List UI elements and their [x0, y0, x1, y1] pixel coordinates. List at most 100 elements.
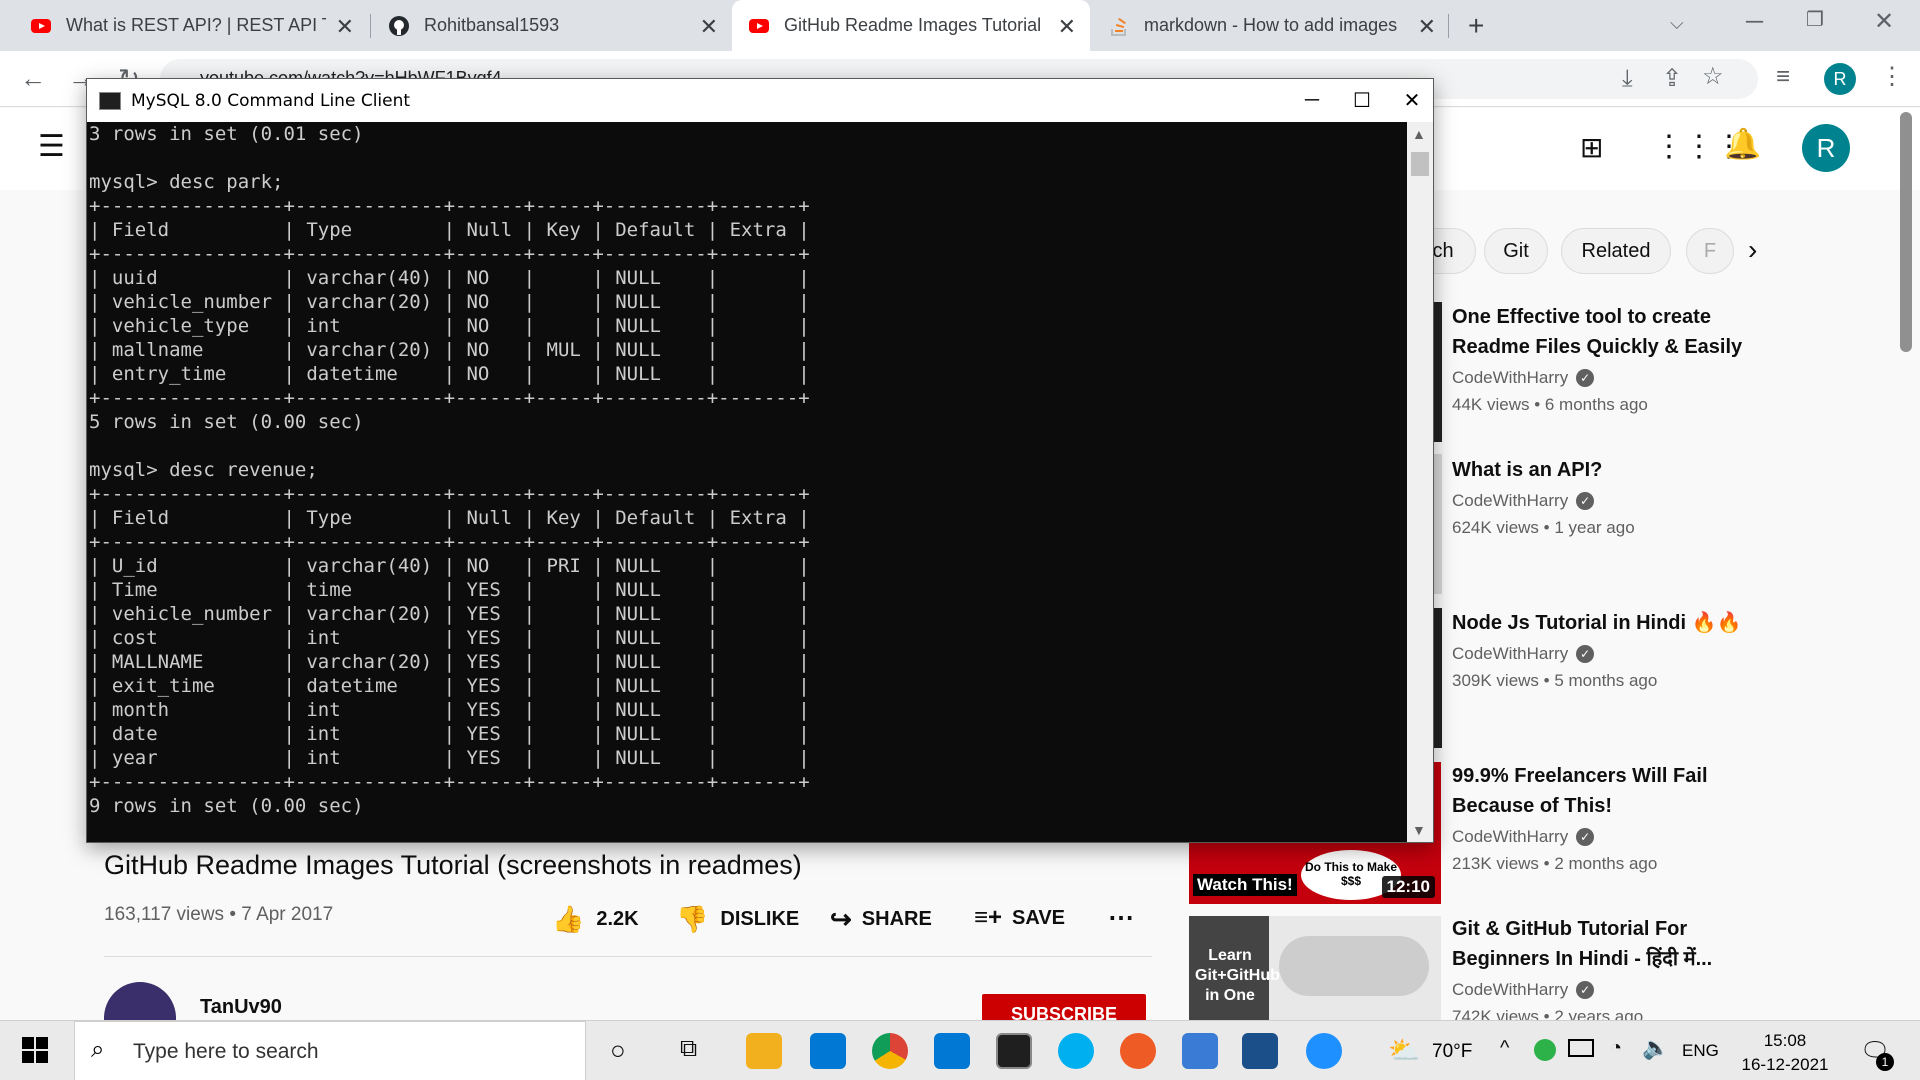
mysql-console-icon	[99, 91, 121, 110]
clock[interactable]: 15:08 16-12-2021	[1730, 1029, 1840, 1077]
browser-tab-bar: What is REST API? | REST API Tuto ✕ Rohi…	[0, 0, 1920, 51]
install-icon[interactable]: ⤓	[1622, 67, 1633, 91]
cortana-icon[interactable]: ○	[610, 1035, 626, 1066]
like-count: 2.2K	[596, 908, 639, 930]
save-button[interactable]: ≡+ SAVE	[974, 904, 1065, 932]
profile-avatar[interactable]: R	[1824, 63, 1856, 95]
skype-icon[interactable]	[1058, 1033, 1094, 1069]
search-placeholder: Type here to search	[133, 1040, 319, 1063]
menu-dots-icon[interactable]: ⋮	[1880, 65, 1904, 89]
recommendation-item[interactable]: 99.9% Freelancers Will Fail Because of T…	[1452, 761, 1752, 874]
rec-title: Readme Files Quickly & Easily	[1452, 336, 1743, 358]
youtube-avatar[interactable]: R	[1802, 124, 1850, 172]
rec-channel[interactable]: CodeWithHarry	[1452, 827, 1568, 847]
share-arrow-icon: ↪	[830, 904, 852, 934]
page-scrollbar[interactable]	[1900, 112, 1912, 352]
tray-chevron-icon[interactable]: ^	[1500, 1037, 1509, 1060]
security-tray-icon[interactable]	[1534, 1039, 1556, 1061]
recommendation-item[interactable]: One Effective tool to create Readme File…	[1452, 302, 1752, 415]
rec-channel[interactable]: CodeWithHarry	[1452, 980, 1568, 1000]
tab-rest-api[interactable]: What is REST API? | REST API Tuto ✕	[0, 0, 368, 51]
volume-icon[interactable]: 🔈	[1642, 1035, 1669, 1061]
photos-icon[interactable]	[1182, 1033, 1218, 1069]
mysql-workbench-icon[interactable]	[1242, 1033, 1278, 1069]
minimize-icon[interactable]: ─	[1746, 10, 1763, 34]
tab-close-icon[interactable]: ✕	[336, 14, 354, 40]
github-icon	[388, 15, 410, 37]
thumb-caption: Learn	[1208, 947, 1252, 964]
tab-title: markdown - How to add images	[1144, 15, 1398, 35]
like-button[interactable]: 👍 2.2K	[552, 904, 639, 935]
file-explorer-icon[interactable]	[746, 1033, 782, 1069]
reading-list-icon[interactable]: ≡	[1776, 65, 1790, 89]
chrome-icon[interactable]	[872, 1033, 908, 1069]
clock-date: 16-12-2021	[1741, 1055, 1829, 1074]
rec-title: Node Js Tutorial in Hindi 🔥🔥	[1452, 612, 1742, 634]
bookmark-star-icon[interactable]: ☆	[1702, 65, 1724, 89]
rec-title: What is an API?	[1452, 459, 1603, 481]
back-arrow-icon[interactable]: ←	[20, 65, 46, 91]
weather-icon[interactable]: ⛅	[1388, 1035, 1420, 1066]
more-actions-icon[interactable]: ⋯	[1108, 902, 1134, 933]
tab-close-icon[interactable]: ✕	[700, 14, 718, 40]
tab-readme-images[interactable]: GitHub Readme Images Tutorial ( ✕	[732, 0, 1090, 51]
tab-close-icon[interactable]: ✕	[1418, 14, 1436, 40]
rec-channel[interactable]: CodeWithHarry	[1452, 491, 1568, 511]
save-label: SAVE	[1012, 906, 1066, 929]
mysql-window-title: MySQL 8.0 Command Line Client	[131, 90, 411, 111]
tab-markdown[interactable]: markdown - How to add images ✕	[1092, 0, 1450, 51]
tab-search-chevron-icon[interactable]: ⌵	[1670, 14, 1684, 32]
notifications-bell-icon[interactable]: 🔔	[1724, 130, 1761, 160]
chip-related[interactable]: Related	[1561, 228, 1671, 274]
close-icon[interactable]: ✕	[1377, 79, 1447, 122]
dislike-label: DISLIKE	[720, 908, 800, 930]
recommendation-item[interactable]: Git & GitHub Tutorial For Beginners In H…	[1452, 914, 1752, 1027]
create-video-icon[interactable]: ⊞	[1580, 134, 1603, 162]
restore-icon[interactable]: ❐	[1806, 10, 1824, 30]
task-view-icon[interactable]: ⧉	[680, 1035, 697, 1063]
tab-title: GitHub Readme Images Tutorial (	[784, 15, 1044, 35]
rec-title: Because of This!	[1452, 795, 1613, 817]
scroll-down-icon[interactable]: ▼	[1412, 822, 1426, 838]
share-label: SHARE	[861, 908, 932, 930]
help-icon[interactable]	[1306, 1033, 1342, 1069]
language-indicator[interactable]: ENG	[1682, 1041, 1719, 1061]
console-output[interactable]: 3 rows in set (0.01 sec) mysql> desc par…	[87, 122, 1407, 842]
chips-next-chevron-icon[interactable]: ›	[1748, 236, 1757, 264]
scroll-up-icon[interactable]: ▲	[1412, 126, 1426, 142]
tab-github[interactable]: Rohitbansal1593 ✕	[372, 0, 732, 51]
chip-f[interactable]: F	[1686, 228, 1734, 274]
console-scrollbar[interactable]: ▲ ▼	[1407, 122, 1433, 842]
tab-close-icon[interactable]: ✕	[1058, 14, 1076, 40]
channel-name[interactable]: TanUv90	[200, 996, 282, 1019]
mysql-taskbar-icon[interactable]	[996, 1033, 1032, 1069]
mysql-window[interactable]: MySQL 8.0 Command Line Client ─ ☐ ✕ 3 ro…	[86, 78, 1434, 843]
rec-meta: 309K views • 5 months ago	[1452, 671, 1658, 690]
close-window-icon[interactable]: ✕	[1874, 10, 1894, 34]
chip-git[interactable]: Git	[1484, 228, 1548, 274]
video-title: GitHub Readme Images Tutorial (screensho…	[104, 850, 802, 880]
verified-check-icon: ✓	[1576, 645, 1595, 663]
taskbar-search-box[interactable]: ⌕ Type here to search	[74, 1021, 586, 1080]
windows-start-icon[interactable]	[22, 1037, 48, 1068]
subscribe-button[interactable]: SUBSCRIBE	[982, 994, 1146, 1020]
divider	[104, 956, 1152, 957]
postman-icon[interactable]	[1120, 1033, 1156, 1069]
recommendation-item[interactable]: Node Js Tutorial in Hindi 🔥🔥 CodeWithHar…	[1452, 608, 1752, 691]
dislike-button[interactable]: 👎 DISLIKE	[676, 904, 799, 935]
new-tab-button[interactable]: +	[1468, 12, 1484, 40]
weather-temp[interactable]: 70°F	[1432, 1041, 1472, 1063]
scrollbar-thumb[interactable]	[1411, 152, 1429, 176]
share-button[interactable]: ↪ SHARE	[830, 904, 932, 935]
video-thumbnail[interactable]: Learn Git+GitHub in One	[1189, 916, 1441, 1020]
battery-icon[interactable]	[1568, 1039, 1594, 1057]
store-icon[interactable]	[810, 1033, 846, 1069]
rec-channel[interactable]: CodeWithHarry	[1452, 368, 1568, 388]
share-icon[interactable]: ⇪	[1662, 67, 1682, 91]
mysql-title-bar[interactable]: MySQL 8.0 Command Line Client ─ ☐ ✕	[87, 79, 1433, 122]
hamburger-menu-icon[interactable]: ☰	[38, 132, 65, 162]
vscode-icon[interactable]	[934, 1033, 970, 1069]
rec-channel[interactable]: CodeWithHarry	[1452, 644, 1568, 664]
wifi-icon[interactable]: ◔	[1610, 1037, 1622, 1060]
recommendation-item[interactable]: What is an API? CodeWithHarry ✓ 624K view…	[1452, 455, 1752, 538]
